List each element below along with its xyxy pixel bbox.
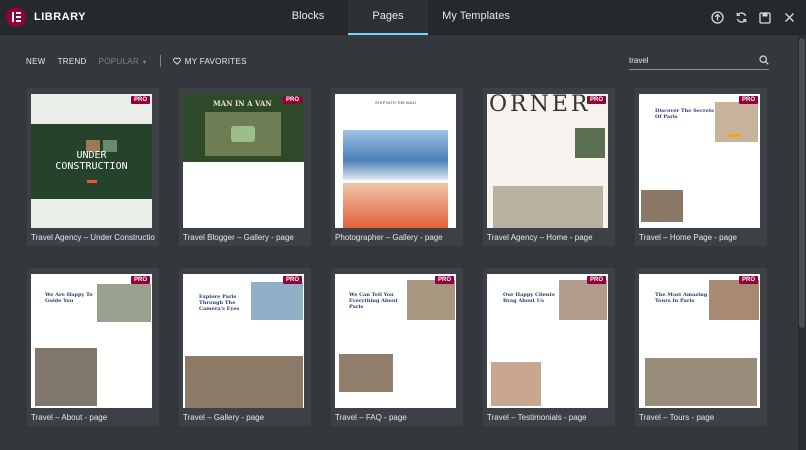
template-card[interactable]: Our Happy Clients Brag About Us PRO Trav… xyxy=(483,268,615,426)
pro-badge: PRO xyxy=(586,96,606,104)
pro-badge: PRO xyxy=(282,96,302,104)
template-thumbnail: Our Happy Clients Brag About Us PRO xyxy=(487,274,608,408)
template-card[interactable]: MAN IN A VAN PRO Travel Blogger – Galler… xyxy=(179,88,311,246)
template-card[interactable]: UNDER CONSTRUCTION PRO Travel Agency – U… xyxy=(27,88,159,246)
close-icon[interactable] xyxy=(782,11,796,25)
template-thumbnail: Explore Paris Through The Camera's Eyes … xyxy=(183,274,304,408)
pro-badge: PRO xyxy=(738,96,758,104)
my-favorites-label: MY FAVORITES xyxy=(184,56,247,66)
tab-my-templates[interactable]: My Templates xyxy=(428,0,524,35)
template-thumbnail: MAN IN A VAN PRO xyxy=(183,94,304,228)
tab-pages[interactable]: Pages xyxy=(348,0,428,35)
template-title: Travel – FAQ - page xyxy=(335,413,407,422)
library-tabs: Blocks Pages My Templates xyxy=(268,0,524,35)
upload-icon[interactable] xyxy=(710,11,724,25)
template-card[interactable]: The Most Amazing Tours In Paris PRO Trav… xyxy=(635,268,767,426)
pro-badge: PRO xyxy=(738,276,758,284)
thumbnail-headline: ORNER xyxy=(489,94,591,117)
tab-blocks[interactable]: Blocks xyxy=(268,0,348,35)
template-card[interactable]: Discover The Secrets Of Paris PRO Travel… xyxy=(635,88,767,246)
template-card[interactable]: ORNER PRO Travel Agency – Home - page xyxy=(483,88,615,246)
template-thumbnail: Discover The Secrets Of Paris PRO xyxy=(639,94,760,228)
template-title: Travel – About - page xyxy=(31,413,108,422)
scrollbar-thumb[interactable] xyxy=(799,38,805,328)
thumbnail-headline: The Most Amazing Tours In Paris xyxy=(655,292,708,304)
template-title: Photographer – Gallery - page xyxy=(335,233,443,242)
template-title: Travel Blogger – Gallery - page xyxy=(183,233,294,242)
template-card[interactable]: Explore Paris Through The Camera's Eyes … xyxy=(179,268,311,426)
header-actions xyxy=(710,0,796,35)
template-thumbnail: STEP INTO THE WILD xyxy=(335,94,456,228)
template-thumbnail: We Are Happy To Guide You PRO xyxy=(31,274,152,408)
template-card[interactable]: We Are Happy To Guide You PRO Travel – A… xyxy=(27,268,159,426)
thumbnail-headline: We Are Happy To Guide You xyxy=(45,292,93,304)
template-title: Travel Agency – Under Construction - pag… xyxy=(31,233,155,242)
pro-badge: PRO xyxy=(282,276,302,284)
thumbnail-headline: We Can Tell You Everything About Paris xyxy=(349,292,398,310)
save-icon[interactable] xyxy=(758,11,772,25)
template-thumbnail: The Most Amazing Tours In Paris PRO xyxy=(639,274,760,408)
thumbnail-headline: MAN IN A VAN xyxy=(213,99,272,108)
filter-popular-label: POPULAR xyxy=(98,56,139,66)
filter-divider xyxy=(159,55,161,67)
thumbnail-headline: UNDER CONSTRUCTION xyxy=(55,150,128,172)
template-title: Travel Agency – Home - page xyxy=(487,233,593,242)
my-favorites-filter[interactable]: MY FAVORITES xyxy=(172,56,247,66)
sync-icon[interactable] xyxy=(734,11,748,25)
template-title: Travel – Gallery - page xyxy=(183,413,265,422)
caret-down-icon: ▼ xyxy=(141,59,148,66)
search-input[interactable] xyxy=(629,56,749,65)
template-title: Travel – Testimonials - page xyxy=(487,413,587,422)
filter-trend[interactable]: TREND xyxy=(58,57,87,66)
pro-badge: PRO xyxy=(130,96,150,104)
library-title: LIBRARY xyxy=(34,11,86,23)
library-logo: LIBRARY xyxy=(6,7,86,27)
thumbnail-headline: STEP INTO THE WILD xyxy=(374,100,417,105)
template-thumbnail: We Can Tell You Everything About Paris P… xyxy=(335,274,456,408)
template-title: Travel – Home Page - page xyxy=(639,233,737,242)
thumbnail-headline: Discover The Secrets Of Paris xyxy=(655,108,714,120)
template-thumbnail: ORNER PRO xyxy=(487,94,608,228)
thumbnail-headline: Explore Paris Through The Camera's Eyes xyxy=(199,294,240,312)
heart-icon xyxy=(172,57,181,65)
template-title: Travel – Tours - page xyxy=(639,413,715,422)
template-card[interactable]: STEP INTO THE WILD Photographer – Galler… xyxy=(331,88,463,246)
pro-badge: PRO xyxy=(586,276,606,284)
pro-badge: PRO xyxy=(434,276,454,284)
template-thumbnail: UNDER CONSTRUCTION PRO xyxy=(31,94,152,228)
template-card[interactable]: We Can Tell You Everything About Paris P… xyxy=(331,268,463,426)
thumbnail-headline: Our Happy Clients Brag About Us xyxy=(503,292,555,304)
filter-new[interactable]: NEW xyxy=(26,57,46,66)
filter-bar: NEW TREND POPULAR ▼ MY FAVORITES xyxy=(26,55,247,67)
library-header: LIBRARY Blocks Pages My Templates xyxy=(0,0,806,35)
filter-popular[interactable]: POPULAR ▼ xyxy=(99,57,148,66)
pro-badge: PRO xyxy=(130,276,150,284)
search-icon[interactable] xyxy=(759,55,769,65)
elementor-logo-icon xyxy=(6,7,26,27)
search-box xyxy=(629,52,769,70)
scrollbar-track[interactable] xyxy=(798,36,806,450)
